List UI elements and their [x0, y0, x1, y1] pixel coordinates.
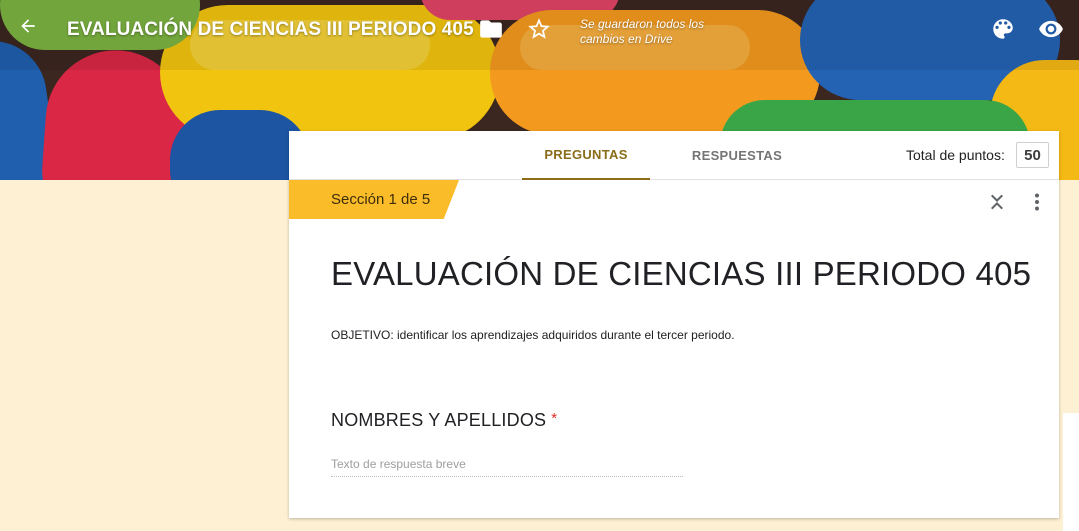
star-button[interactable]: [526, 16, 554, 44]
question-title-text: NOMBRES Y APELLIDOS: [331, 410, 547, 430]
more-vert-icon: [1035, 193, 1039, 211]
short-answer-placeholder: Texto de respuesta breve: [331, 457, 466, 471]
required-asterisk: *: [551, 410, 558, 427]
top-bar: EVALUACIÓN DE CIENCIAS III PERIODO 405 S…: [0, 0, 1079, 62]
folder-icon: [480, 20, 502, 38]
tab-responses[interactable]: RESPUESTAS: [679, 131, 795, 180]
total-points-value: 50: [1016, 142, 1049, 168]
section-indicator: Sección 1 de 5: [289, 180, 459, 219]
form-title: EVALUACIÓN DE CIENCIAS III PERIODO 405: [67, 19, 474, 40]
tabs-bar: PREGUNTAS RESPUESTAS Total de puntos: 50: [289, 131, 1059, 180]
preview-button[interactable]: [1037, 16, 1067, 44]
section-description[interactable]: OBJETIVO: identificar los aprendizajes a…: [331, 328, 735, 342]
collapse-icon: [991, 194, 1003, 210]
question-title[interactable]: NOMBRES Y APELLIDOS *: [331, 410, 557, 431]
section-more-options-button[interactable]: [1025, 190, 1049, 214]
form-editor-card: PREGUNTAS RESPUESTAS Total de puntos: 50…: [289, 131, 1059, 518]
collapse-section-button[interactable]: [985, 190, 1009, 214]
eye-icon: [1039, 20, 1063, 38]
customize-theme-button[interactable]: [990, 16, 1018, 44]
save-status: Se guardaron todos los cambios en Drive: [580, 17, 705, 46]
total-points-label: Total de puntos:: [906, 147, 1005, 163]
tab-questions[interactable]: PREGUNTAS: [522, 131, 650, 180]
back-button[interactable]: [18, 16, 48, 46]
arrow-back-icon: [21, 19, 35, 33]
palette-icon: [993, 19, 1013, 39]
section-title[interactable]: EVALUACIÓN DE CIENCIAS III PERIODO 405: [331, 255, 1031, 293]
right-edge-panel: [1063, 413, 1079, 531]
move-to-folder-button[interactable]: [478, 16, 506, 44]
short-answer-underline: [331, 476, 683, 477]
star-icon: [528, 18, 550, 39]
